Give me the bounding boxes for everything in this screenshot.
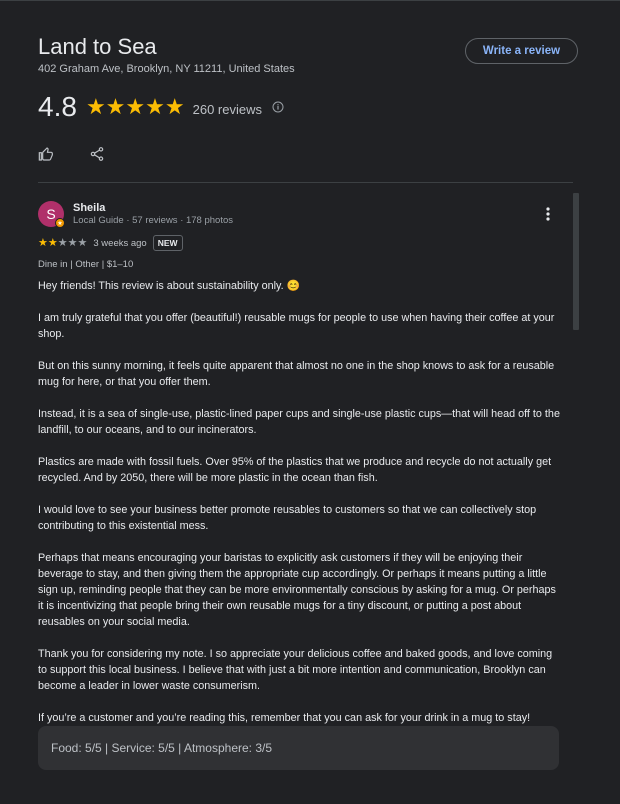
top-border [0,0,620,1]
review-paragraph: Hey friends! This review is about sustai… [38,280,301,292]
star-icon: ★ [145,94,165,119]
review-paragraph: I would love to see your business better… [38,504,537,532]
star-icon: ★ [47,236,58,249]
review-paragraph: Perhaps that means encouraging your bari… [38,552,556,628]
star-icon: ★ [67,236,78,249]
reviewer-name[interactable]: Sheila [73,202,105,214]
rating-summary: 4.8 ★ ★ ★ ★ ★ 260 reviews [38,92,284,122]
avatar-letter: S [46,206,56,222]
star-icon: ★ [77,236,88,249]
share-icon[interactable] [89,146,105,162]
place-address: 402 Graham Ave, Brooklyn, NY 11211, Unit… [38,63,295,75]
star-icon: ★ [125,94,146,119]
review-paragraph: Plastics are made with fossil fuels. Ove… [38,456,552,484]
scrollbar[interactable] [573,193,579,330]
review-paragraph: If you’re a customer and you’re reading … [38,712,531,724]
reviewer-meta: Local Guide · 57 reviews · 178 photos [73,215,234,226]
average-rating: 4.8 [38,91,77,122]
star-icon: ★ [164,94,185,119]
section-divider [38,182,573,183]
star-icon: ★ [38,236,48,249]
local-guide-badge-icon: ★ [55,218,65,228]
thumb-up-icon[interactable] [38,146,54,162]
review-stars: ★ ★ ★ ★ ★ [38,236,88,249]
review-count-link[interactable]: 260 reviews [193,102,262,117]
review-time: 3 weeks ago [93,237,147,249]
more-vert-icon[interactable] [542,207,554,221]
review-paragraph: Instead, it is a sea of single-use, plas… [38,408,560,436]
rating-stars: ★ ★ ★ ★ ★ [86,96,185,118]
new-badge: NEW [152,235,183,251]
review-scores: Food: 5/5 | Service: 5/5 | Atmosphere: 3… [38,726,559,770]
place-actions [38,146,105,162]
review-paragraph: Thank you for considering my note. I so … [38,648,553,692]
info-icon[interactable] [272,101,284,113]
star-icon: ★ [105,94,126,119]
review-paragraph: But on this sunny morning, it feels quit… [38,360,555,388]
write-review-button[interactable]: Write a review [465,38,578,64]
star-icon: ★ [57,236,68,249]
review-text: Hey friends! This review is about sustai… [38,278,560,742]
star-icon: ★ [85,94,106,119]
review-rating-line: ★ ★ ★ ★ ★ 3 weeks ago NEW [38,235,183,251]
dine-info: Dine in | Other | $1–10 [38,259,134,270]
review-paragraph: I am truly grateful that you offer (beau… [38,312,555,340]
